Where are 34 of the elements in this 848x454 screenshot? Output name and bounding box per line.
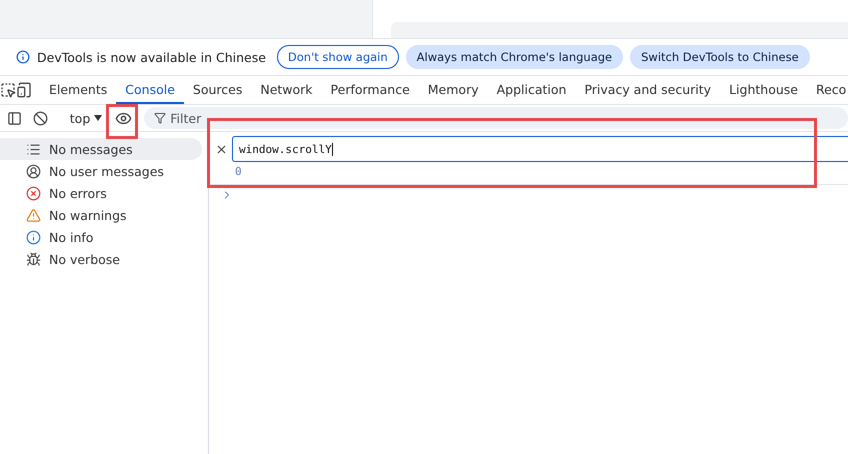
infobar-message: DevTools is now available in Chinese — [37, 50, 266, 64]
panel-tab[interactable]: Console — [116, 76, 184, 104]
close-icon[interactable] — [215, 142, 228, 156]
filter-placeholder: Filter — [170, 110, 202, 126]
filter-icon — [154, 112, 166, 124]
panel-tab[interactable]: Performance — [322, 76, 419, 104]
infobar-button[interactable]: Don't show again — [276, 45, 399, 69]
panel-tab[interactable]: Network — [251, 76, 322, 104]
error-icon — [26, 186, 41, 200]
panel-tab[interactable]: Elements — [40, 76, 116, 104]
sidebar-item[interactable]: No warnings — [0, 204, 202, 226]
user-icon — [26, 164, 41, 178]
caret-icon — [94, 115, 102, 121]
expression-field[interactable]: window.scrollY — [232, 136, 848, 162]
info-icon — [16, 50, 30, 64]
list-icon — [26, 142, 41, 156]
info-icon — [26, 230, 41, 244]
bug-icon — [26, 252, 41, 266]
panel-tab[interactable]: Memory — [418, 76, 488, 104]
context-selector[interactable]: top — [62, 110, 110, 126]
sidebar-item[interactable]: No info — [0, 226, 202, 248]
panel-tab[interactable]: Lighthouse — [720, 76, 807, 104]
sidebar-item[interactable]: No messages — [0, 138, 202, 160]
sidebar-item[interactable]: No user messages — [0, 160, 202, 182]
infobar-button[interactable]: Always match Chrome's language — [406, 45, 624, 69]
panel-tab[interactable]: Application — [488, 76, 576, 104]
sidebar-item[interactable]: No errors — [0, 182, 202, 204]
expression-result: 0 — [235, 165, 243, 178]
panel-tab[interactable]: Privacy and security — [575, 76, 720, 104]
sidebar-item[interactable]: No verbose — [0, 248, 202, 270]
infobar-button[interactable]: Switch DevTools to Chinese — [630, 45, 810, 69]
panel-tab[interactable]: Sources — [184, 76, 252, 104]
panel-tab[interactable]: Reco — [806, 76, 848, 104]
warning-icon — [26, 208, 41, 222]
